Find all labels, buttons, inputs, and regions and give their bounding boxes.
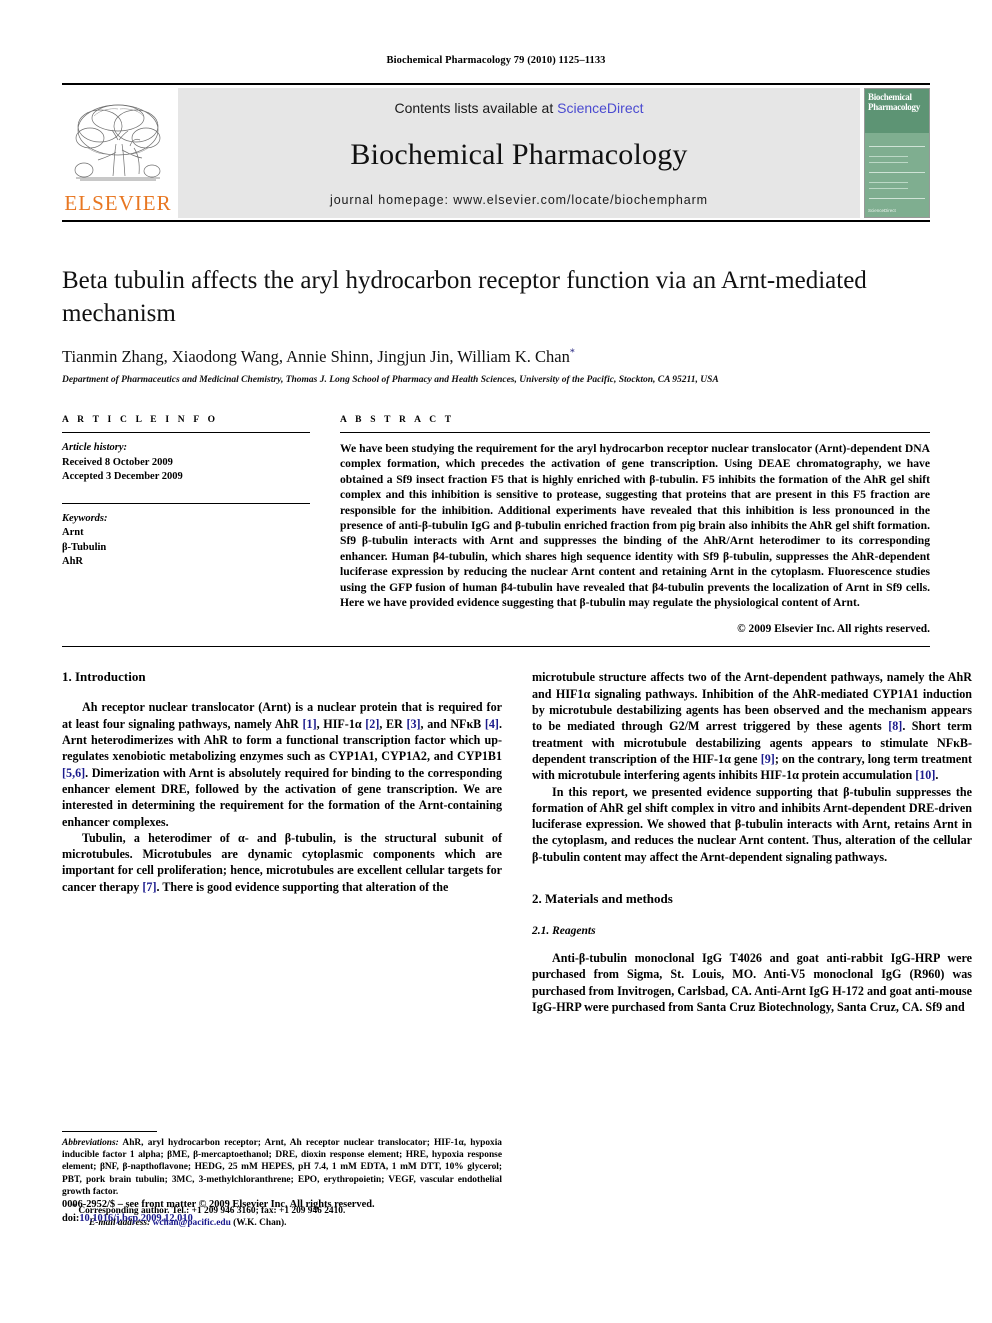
left-column: 1. Introduction Ah receptor nuclear tran… (62, 669, 502, 1229)
accepted-date: Accepted 3 December 2009 (62, 471, 183, 482)
article-info-heading: A R T I C L E I N F O (62, 415, 219, 425)
cover-divider (869, 198, 925, 199)
citation-ref[interactable]: [7] (142, 880, 156, 894)
doi-link[interactable]: 10.1016/j.bcp.2009.12.010 (79, 1213, 192, 1224)
footnote-rule (62, 1130, 157, 1132)
running-head: Biochemical Pharmacology 79 (2010) 1125–… (386, 55, 606, 66)
contents-prefix: Contents lists available at (394, 100, 558, 116)
abbreviations-label: Abbreviations: (62, 1137, 119, 1148)
intro-paragraph-3: In this report, we presented evidence su… (532, 784, 972, 864)
reagents-paragraph-1: Anti-β-tubulin monoclonal IgG T4026 and … (532, 951, 972, 1014)
cover-footer: ScienceDirect (868, 208, 896, 213)
issn-copyright-line: 0006-2952/$ – see front matter © 2009 El… (62, 1199, 375, 1210)
citation-ref[interactable]: [9] (761, 752, 775, 766)
received-date: Received 8 October 2009 (62, 456, 173, 468)
keyword-item: Arnt (62, 527, 84, 538)
article-history-label: Article history: (62, 442, 128, 453)
section-heading-materials-methods: 2. Materials and methods (532, 891, 673, 907)
cover-line (869, 156, 909, 157)
text-run: . Dimerization with Arnt is absolutely r… (62, 765, 502, 829)
cover-body (865, 133, 929, 199)
abstract-column: A B S T R A C T We have been studying th… (340, 415, 930, 635)
journal-title: Biochemical Pharmacology (350, 137, 688, 171)
body-columns: 1. Introduction Ah receptor nuclear tran… (62, 669, 972, 1229)
cover-header: Biochemical Pharmacology (865, 89, 929, 133)
abstract-copyright: © 2009 Elsevier Inc. All rights reserved… (737, 623, 930, 636)
citation-ref[interactable]: [3] (406, 717, 420, 731)
citation-ref[interactable]: [2] (365, 717, 379, 731)
section-heading-reagents: 2.1. Reagents (532, 925, 596, 938)
doi-line: doi:10.1016/j.bcp.2009.12.010 (62, 1212, 502, 1226)
abbreviations-note: Abbreviations: AhR, aryl hydrocarbon rec… (62, 1137, 502, 1199)
citation-ref[interactable]: [8] (888, 719, 902, 733)
divider (62, 502, 310, 504)
keywords-group: Keywords: Arnt β-Tubulin AhR (62, 512, 310, 570)
page-title: Beta tubulin affects the aryl hydrocarbo… (62, 267, 867, 327)
abbreviations-text: AhR, aryl hydrocarbon receptor; Arnt, Ah… (62, 1137, 502, 1198)
divider (62, 432, 310, 433)
intro-paragraph-2: Tubulin, a heterodimer of α- and β-tubul… (62, 830, 502, 895)
journal-article-page: Biochemical Pharmacology 79 (2010) 1125–… (0, 0, 992, 1323)
author-names: Tianmin Zhang, Xiaodong Wang, Annie Shin… (62, 347, 570, 366)
cover-line (869, 182, 909, 183)
text-run: , HIF-1α (316, 716, 366, 731)
divider (340, 432, 930, 433)
author-list: Tianmin Zhang, Xiaodong Wang, Annie Shin… (62, 347, 930, 367)
cover-title-line-2: Pharmacology (868, 102, 920, 112)
masthead-center-panel: Contents lists available at ScienceDirec… (178, 88, 860, 218)
keyword-item: AhR (62, 556, 84, 567)
article-history-group: Article history: Received 8 October 2009… (62, 441, 310, 485)
right-column: microtubule structure affects two of the… (532, 669, 972, 1229)
text-run: , and NFκB (420, 716, 485, 731)
citation-ref[interactable]: [10] (915, 768, 935, 782)
text-run: . (935, 768, 939, 783)
cover-title-line-1: Biochemical (868, 92, 912, 102)
article-info-column: A R T I C L E I N F O Article history: R… (62, 415, 310, 635)
elsevier-wordmark: ELSEVIER (64, 191, 172, 215)
citation-ref[interactable]: [1] (303, 717, 317, 731)
intro-paragraph-2-continued: microtubule structure affects two of the… (532, 669, 972, 783)
affiliation: Department of Pharmaceutics and Medicina… (62, 375, 719, 385)
cover-divider (869, 172, 925, 173)
keywords-label: Keywords: (62, 512, 108, 524)
doi-label: doi: (62, 1213, 80, 1224)
citation-ref[interactable]: [4] (485, 717, 499, 731)
abstract-heading: A B S T R A C T (340, 415, 455, 425)
intro-paragraph-1: Ah receptor nuclear translocator (Arnt) … (62, 699, 502, 829)
elsevier-logo: ELSEVIER (62, 88, 174, 218)
abstract-bottom-divider (62, 646, 930, 648)
journal-cover-thumbnail: Biochemical Pharmacology ScienceDirect (864, 88, 930, 218)
cover-line (869, 188, 909, 189)
journal-masthead: ELSEVIER Contents lists available at Sci… (62, 83, 930, 222)
citation-ref[interactable]: [5,6] (62, 766, 85, 780)
title-block: Beta tubulin affects the aryl hydrocarbo… (62, 222, 930, 385)
sciencedirect-link[interactable]: ScienceDirect (557, 100, 643, 116)
contents-lists-line: Contents lists available at ScienceDirec… (394, 100, 643, 116)
bottom-matter: 0006-2952/$ – see front matter © 2009 El… (62, 1198, 502, 1226)
elsevier-tree-icon (74, 104, 161, 181)
journal-homepage-line[interactable]: journal homepage: www.elsevier.com/locat… (330, 193, 708, 207)
cover-divider (869, 146, 925, 147)
text-run: . There is good evidence supporting that… (156, 879, 449, 894)
cover-line (869, 162, 909, 163)
corresponding-author-marker: * (569, 347, 575, 359)
abstract-text: We have been studying the requirement fo… (340, 442, 930, 610)
section-heading-introduction: 1. Introduction (62, 669, 146, 685)
info-abstract-region: A R T I C L E I N F O Article history: R… (62, 415, 930, 635)
keyword-item: β-Tubulin (62, 541, 107, 553)
text-run: , ER (379, 716, 407, 731)
